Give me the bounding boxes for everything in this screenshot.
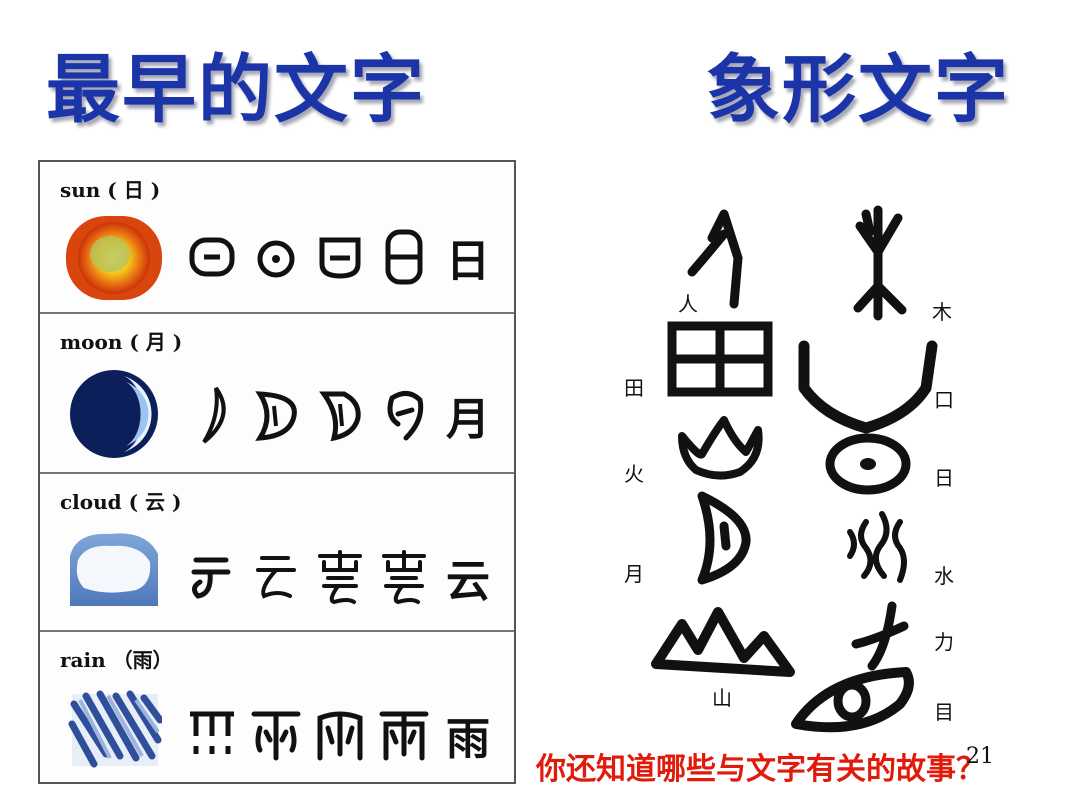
person-pictograph-icon xyxy=(687,209,743,309)
moon-photo-icon xyxy=(70,370,158,458)
label-ri: 日 xyxy=(934,466,954,490)
fire-pictograph-icon xyxy=(678,416,763,480)
label-kou: 口 xyxy=(934,388,954,412)
rain-ancient-glyph-1 xyxy=(190,711,234,754)
evolution-chart: sun ( 日 ) 日 moon ( 月 ) 月 cloud (云) 云 r… xyxy=(38,160,516,784)
moon-ancient-glyph-2 xyxy=(255,391,297,441)
eye-pictograph-icon xyxy=(791,667,914,733)
label-ren: 人 xyxy=(678,292,698,316)
title-pictographs: 象形文字 xyxy=(706,47,1010,133)
mountain-pictograph-icon xyxy=(651,607,795,677)
moon-row: moon ( 月 ) 月 xyxy=(40,314,514,474)
pictograph-drawings xyxy=(651,205,938,733)
sun-pictograph-icon xyxy=(825,433,911,495)
label-huo: 火 xyxy=(624,462,644,486)
cloud-modern-character: 云 xyxy=(446,556,490,607)
label-shui: 水 xyxy=(934,564,954,588)
cloud-ancient-glyph-1 xyxy=(191,557,231,599)
sun-ancient-glyph-1 xyxy=(189,237,235,277)
moon-glyphs: 月 xyxy=(186,386,494,445)
cloud-ancient-glyph-3 xyxy=(318,550,362,605)
label-mu: 木 xyxy=(932,300,952,324)
rain-ancient-glyph-3 xyxy=(317,711,363,761)
cloud-row-label: cloud ( 云 ) xyxy=(60,490,182,514)
label-tian: 田 xyxy=(624,376,644,400)
rain-row: rain （雨） 雨 xyxy=(40,632,514,786)
strength-pictograph-icon xyxy=(851,601,909,671)
sun-ancient-glyph-2 xyxy=(257,240,295,278)
cloud-ancient-glyph-4 xyxy=(382,550,426,605)
water-pictograph-icon xyxy=(847,511,907,583)
cloud-ancient-glyph-2 xyxy=(256,556,296,599)
rain-modern-character: 雨 xyxy=(446,714,490,765)
rain-row-label: rain （雨） xyxy=(60,648,173,672)
moon-pictograph-icon xyxy=(697,491,751,585)
cloud-glyphs: 云 xyxy=(186,548,494,607)
label-shan: 山 xyxy=(712,686,732,710)
sun-ancient-glyph-3 xyxy=(319,237,361,279)
page-number: 21 xyxy=(966,744,994,769)
label-li: 力 xyxy=(934,630,954,654)
moon-modern-character: 月 xyxy=(446,394,490,445)
sun-photo-icon xyxy=(66,216,162,300)
rain-ancient-glyph-4 xyxy=(379,711,429,761)
field-pictograph-icon xyxy=(667,321,773,397)
sun-row-label: sun ( 日 ) xyxy=(60,178,161,202)
sun-modern-character: 日 xyxy=(446,236,490,287)
moon-ancient-glyph-1 xyxy=(202,386,226,444)
rain-photo-icon xyxy=(68,690,162,768)
sun-glyphs: 日 xyxy=(186,228,494,287)
rain-glyphs: 雨 xyxy=(186,706,494,765)
moon-row-label: moon ( 月 ) xyxy=(60,330,183,354)
tree-pictograph-icon xyxy=(853,205,907,321)
cloud-photo-icon xyxy=(70,533,158,606)
moon-ancient-glyph-4 xyxy=(387,391,424,441)
pictograph-chart: 人 木 田 口 火 日 月 水 力 山 目 xyxy=(608,196,980,744)
moon-ancient-glyph-3 xyxy=(319,391,361,442)
discussion-question: 你还知道哪些与文字有关的故事？ xyxy=(536,752,986,787)
label-mu-eye: 目 xyxy=(934,700,954,724)
cloud-row: cloud ( 云 ) 云 xyxy=(40,474,514,632)
sun-row: sun ( 日 ) 日 xyxy=(40,162,514,314)
label-yue: 月 xyxy=(624,562,644,586)
rain-ancient-glyph-2 xyxy=(251,711,301,761)
sun-ancient-glyph-4 xyxy=(385,229,423,285)
title-earliest-writing: 最早的文字 xyxy=(46,47,426,133)
mouth-pictograph-icon xyxy=(798,340,938,434)
